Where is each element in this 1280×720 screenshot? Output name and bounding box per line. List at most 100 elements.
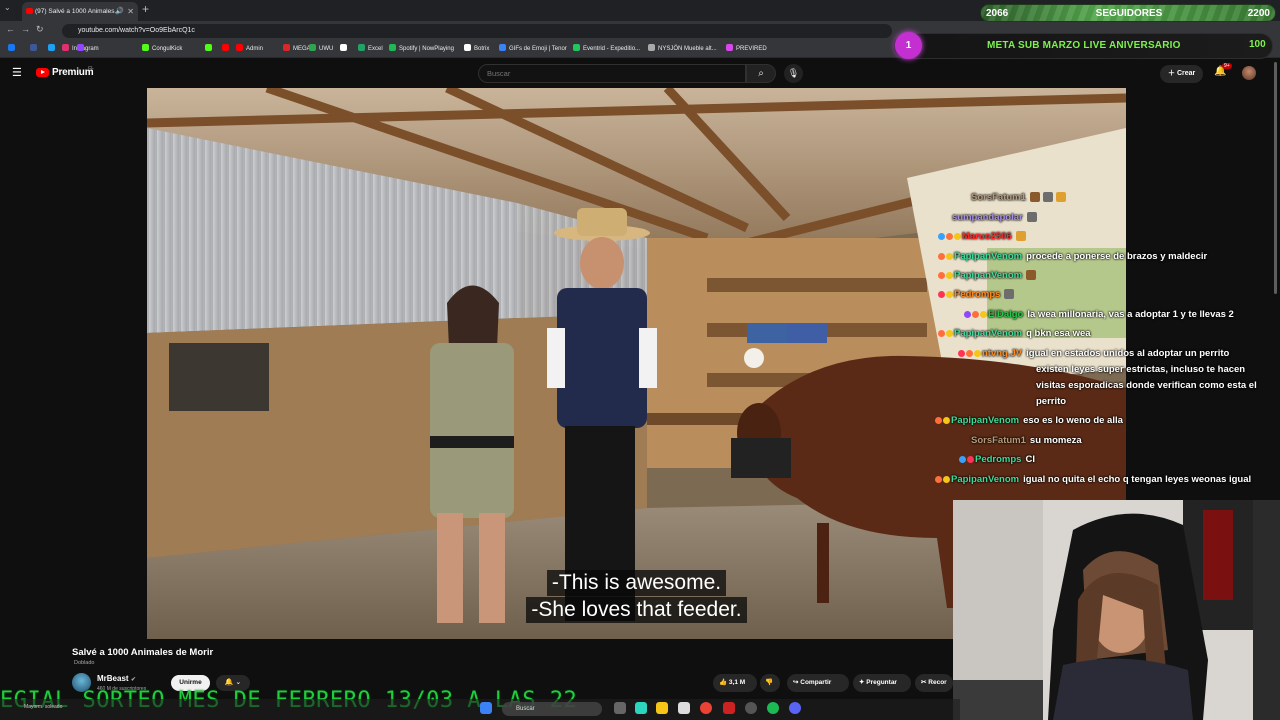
bookmark-favicon-icon <box>48 44 55 51</box>
like-count: 3,1 M <box>728 679 746 686</box>
chat-username[interactable]: sumpandapolar <box>952 212 1023 223</box>
bookmark-item[interactable] <box>222 44 232 54</box>
bookmark-label: PREVIRED <box>736 46 767 52</box>
menu-icon[interactable]: ☰ <box>12 66 22 79</box>
bookmark-favicon-icon <box>464 44 471 51</box>
url-field[interactable]: youtube.com/watch?v=Oo9EbArcQ1c <box>62 24 892 38</box>
channel-name[interactable]: MrBeast ✔ <box>97 674 136 683</box>
chat-badge-icon <box>958 350 965 357</box>
chrome-icon[interactable] <box>700 702 712 714</box>
chat-username[interactable]: Maruo2506 <box>962 231 1012 242</box>
bookmark-item[interactable]: PREVIRED <box>726 44 767 54</box>
chat-message: PapipanVenom igual no quita el echo q ten… <box>935 474 1251 485</box>
chat-badge-icon <box>938 291 945 298</box>
bookmark-item[interactable] <box>8 44 18 54</box>
chat-badge-icon <box>959 456 966 463</box>
task-view-icon[interactable] <box>614 702 626 714</box>
bookmark-label: Admin <box>246 46 264 52</box>
bookmark-label: CongulKick <box>152 46 183 52</box>
bookmark-item[interactable]: Spotify | NowPlaying <box>389 44 454 54</box>
nav-buttons[interactable]: ←→↻ <box>6 24 50 35</box>
bookmark-item[interactable]: CongulKick <box>142 44 182 54</box>
obs-icon[interactable] <box>745 702 757 714</box>
bookmark-favicon-icon <box>309 44 316 51</box>
taskbar-search[interactable]: Buscar <box>502 702 602 716</box>
copilot-icon[interactable] <box>635 702 647 714</box>
app-icon-red[interactable] <box>723 702 735 714</box>
weather-widget[interactable]: Mayorm. soleado <box>24 704 62 710</box>
chat-emote-icon <box>1055 192 1066 202</box>
bookmark-label: UWU <box>319 46 334 52</box>
chat-badge-icon <box>946 272 953 279</box>
bookmark-item[interactable]: GIFs de Emoji | Tenor <box>499 44 567 54</box>
store-icon[interactable] <box>678 702 690 714</box>
chat-message: Maruo2506 <box>938 231 1029 242</box>
bookmark-favicon-icon <box>726 44 733 51</box>
chat-emote-icon <box>1015 231 1026 241</box>
chat-username[interactable]: SorsFatum1 <box>971 192 1026 203</box>
bookmark-item[interactable]: Eventrid - Expeditio... <box>573 44 640 54</box>
chat-username[interactable]: Pedromps <box>954 289 1000 300</box>
page-scrollbar[interactable] <box>1274 62 1277 294</box>
bookmark-favicon-icon <box>573 44 580 51</box>
tab-youtube[interactable]: (97) Salvé a 1000 Animales... 🔊 ✕ <box>22 2 138 21</box>
followers-label: SEGUIDORES <box>1095 8 1163 19</box>
chat-username[interactable]: ElDalgo <box>988 309 1023 320</box>
chat-username[interactable]: SorsFatum1 <box>971 435 1026 446</box>
sub-goal-count: 1 <box>895 32 922 59</box>
start-icon[interactable] <box>480 702 492 714</box>
chat-text: igual en estados unidos al adoptar un pe… <box>1026 348 1230 359</box>
chat-badge-icon <box>972 311 979 318</box>
chat-message: sumpandapolar <box>952 212 1040 223</box>
chat-username[interactable]: ntvng.JV <box>982 348 1022 359</box>
bookmark-item[interactable] <box>77 44 87 54</box>
bookmark-item[interactable] <box>48 44 58 54</box>
webcam-frame <box>953 500 1280 720</box>
bookmark-item[interactable] <box>30 44 40 54</box>
chat-username[interactable]: Pedromps <box>975 454 1021 465</box>
channel-name-text: MrBeast <box>97 674 129 683</box>
bookmark-item[interactable]: UWU <box>309 44 333 54</box>
bookmark-favicon-icon <box>340 44 347 51</box>
bookmark-label: Botrix <box>474 46 490 52</box>
bookmark-item[interactable] <box>340 44 350 54</box>
search-icon[interactable]: ⌕ <box>746 64 776 83</box>
search-input[interactable] <box>478 64 746 83</box>
bookmark-item[interactable]: MEGA <box>283 44 311 54</box>
discord-icon[interactable] <box>789 702 801 714</box>
file-explorer-icon[interactable] <box>656 702 668 714</box>
chat-username[interactable]: PapipanVenom <box>951 474 1019 485</box>
speaker-icon[interactable]: 🔊 <box>115 2 124 21</box>
microphone-icon[interactable]: 🎙 <box>784 64 803 83</box>
chat-text: visitas esporadicas donde verifican como… <box>1036 380 1257 391</box>
youtube-logo-icon[interactable] <box>36 68 49 77</box>
chat-username[interactable]: PapipanVenom <box>954 328 1022 339</box>
bookmark-item[interactable]: Excel <box>358 44 383 54</box>
chat-username[interactable]: PapipanVenom <box>954 270 1022 281</box>
bookmark-favicon-icon <box>389 44 396 51</box>
subtitle-line-1: -This is awesome. <box>546 570 727 596</box>
chat-message: SorsFatum1 su momeza <box>971 435 1082 446</box>
chat-text: su momeza <box>1029 435 1082 446</box>
chat-username[interactable]: PapipanVenom <box>954 251 1022 262</box>
close-tab-icon[interactable]: ✕ <box>127 2 134 21</box>
sub-goal-title: META SUB MARZO LIVE ANIVERSARIO <box>987 40 1181 51</box>
chat-badge-icon <box>943 476 950 483</box>
create-button[interactable]: ＋ Crear <box>1160 65 1204 83</box>
bookmark-item[interactable]: Botrix <box>464 44 489 54</box>
video-title: Salvé a 1000 Animales de Morir <box>72 647 214 658</box>
chat-badge-icon <box>946 291 953 298</box>
bookmark-label: Excel <box>368 46 383 52</box>
new-tab-button[interactable]: + <box>142 2 149 16</box>
bookmark-item[interactable] <box>205 44 215 54</box>
user-avatar[interactable] <box>1242 66 1256 80</box>
bookmark-item[interactable]: NYSJÖN Mueble alt... <box>648 44 717 54</box>
tab-search-icon[interactable]: ⌄ <box>4 3 11 12</box>
bookmark-item[interactable]: Admin <box>236 44 263 54</box>
chat-emote-icon <box>1042 192 1053 202</box>
spotify-icon[interactable] <box>767 702 779 714</box>
chat-username[interactable]: PapipanVenom <box>951 415 1019 426</box>
chat-message: ntvng.JV igual en estados unidos al adopt… <box>958 348 1229 359</box>
chat-message: PapipanVenom <box>938 270 1039 281</box>
chat-message: PapipanVenom eso es lo weno de alla <box>935 415 1123 426</box>
